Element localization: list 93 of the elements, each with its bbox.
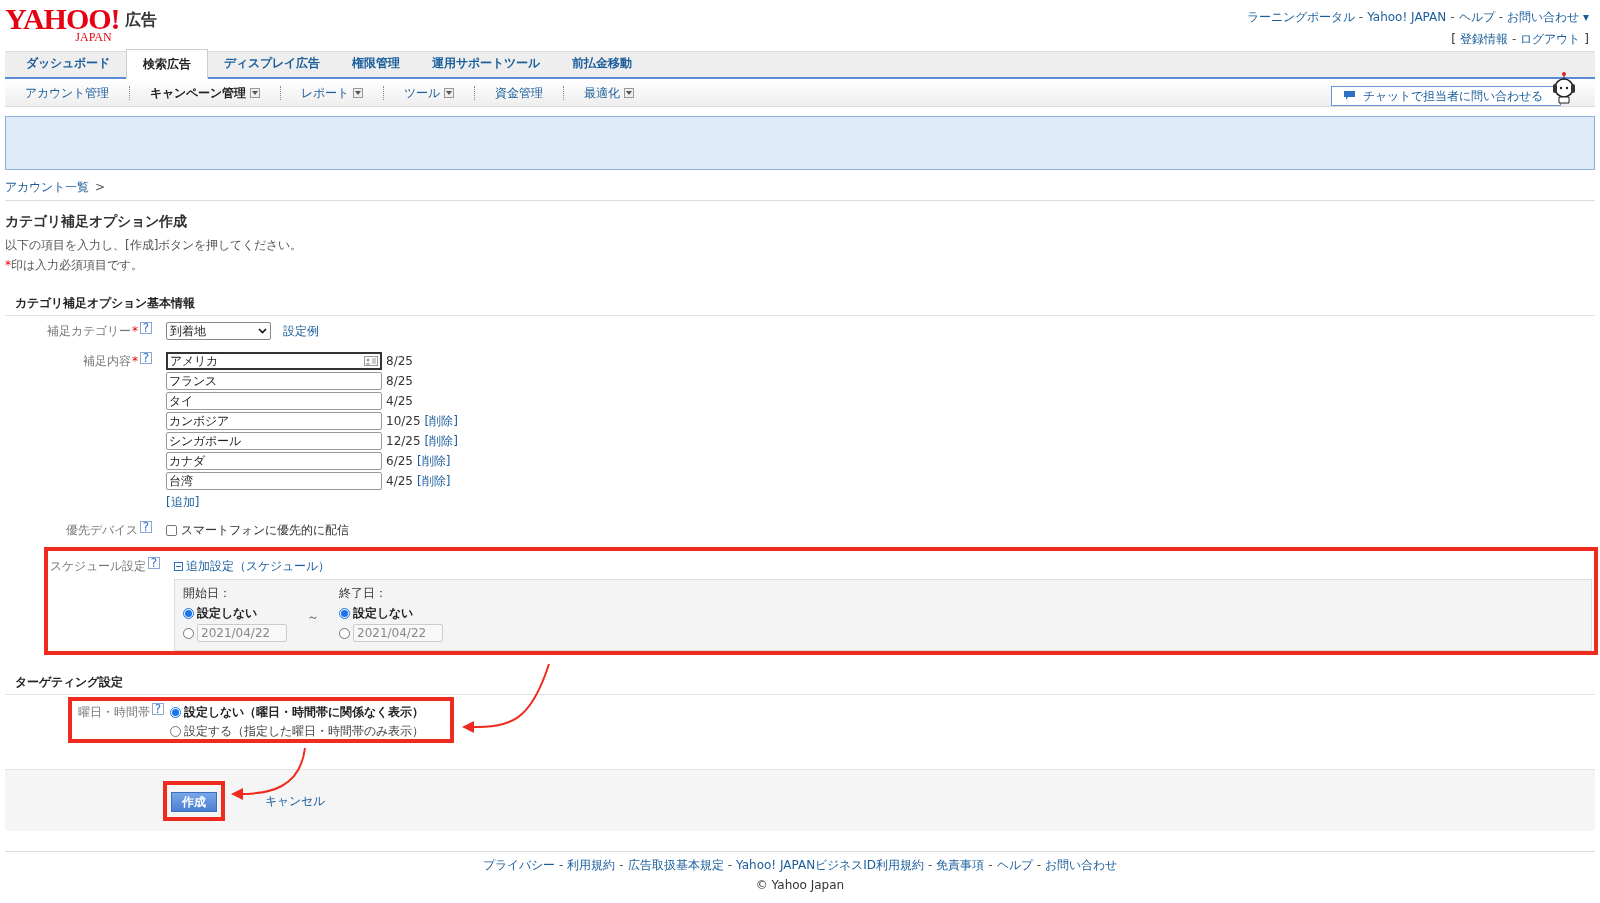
char-count: 10/25: [386, 413, 421, 430]
bracket: ]: [1584, 31, 1589, 48]
category-select[interactable]: 到着地: [166, 322, 271, 340]
header-link[interactable]: Yahoo! JAPAN: [1367, 8, 1447, 26]
help-icon[interactable]: ?: [140, 352, 152, 364]
char-count: 12/25: [386, 433, 421, 450]
radio-label: 設定しない: [353, 605, 413, 622]
section-title: ターゲティング設定: [5, 673, 1595, 695]
example-link[interactable]: 設定例: [283, 322, 319, 340]
service-name: 広告: [124, 9, 157, 31]
page-title: カテゴリ補足オプション作成: [5, 212, 188, 231]
field-label: 優先デバイス: [66, 522, 138, 539]
text-input[interactable]: シンガポール: [166, 432, 382, 450]
footer-link[interactable]: 免責事項: [936, 856, 985, 874]
link-separator: -: [1450, 9, 1455, 26]
radio-label: 設定する（指定した曜日・時間帯のみ表示）: [184, 723, 424, 740]
cancel-link[interactable]: キャンセル: [265, 791, 325, 810]
radio-label: 設定しない（曜日・時間帯に関係なく表示）: [184, 704, 424, 721]
char-count: 8/25: [386, 353, 413, 370]
footer-link[interactable]: ヘルプ: [996, 856, 1033, 874]
required-note: 印は入力必須項目です。: [11, 257, 143, 274]
char-count: 8/25: [386, 373, 413, 390]
footer-link[interactable]: 広告取扱基本規定: [627, 856, 724, 874]
date-label: 開始日：: [183, 585, 232, 602]
link-separator: -: [1036, 857, 1041, 874]
required-mark: *: [132, 323, 138, 340]
text-input[interactable]: アメリカ: [166, 352, 382, 370]
nav-tab[interactable]: 権限管理: [336, 49, 416, 77]
char-count: 4/25: [386, 393, 413, 410]
footer-link[interactable]: プライバシー: [483, 856, 555, 874]
nav-tab[interactable]: ダッシュボード: [10, 49, 126, 77]
subnav-item[interactable]: 最適化: [584, 83, 634, 102]
caret-icon[interactable]: ▾: [1582, 8, 1589, 26]
help-icon[interactable]: ?: [140, 322, 152, 334]
yahoo-logo: YAHOO! JAPAN: [5, 4, 120, 43]
delete-link[interactable]: [削除]: [416, 452, 451, 470]
link-separator: -: [559, 857, 564, 874]
header-link[interactable]: ラーニングポータル: [1246, 8, 1355, 26]
breadcrumb-separator: >: [95, 179, 106, 196]
range-tilde: ～: [307, 609, 319, 626]
bracket: [: [1451, 31, 1456, 48]
date-label: 終了日：: [339, 585, 388, 602]
subnav-item[interactable]: 資金管理: [495, 83, 543, 102]
subnav-item[interactable]: レポート: [301, 83, 363, 102]
account-link[interactable]: ログアウト: [1520, 30, 1581, 48]
chat-button[interactable]: チャットで担当者に問い合わせる: [1331, 85, 1561, 106]
nav-tab[interactable]: 検索広告: [126, 49, 208, 79]
section-title: カテゴリ補足オプション基本情報: [5, 294, 1595, 316]
link-separator: -: [927, 857, 933, 874]
header-link[interactable]: ヘルプ: [1458, 8, 1495, 26]
required-mark: *: [132, 353, 138, 370]
link-separator: -: [1511, 31, 1517, 48]
header-link[interactable]: お問い合わせ: [1506, 8, 1579, 26]
subnav-item[interactable]: キャンペーン管理: [150, 83, 260, 102]
subnav-item[interactable]: ツール: [404, 83, 454, 102]
text-input[interactable]: フランス: [166, 372, 382, 390]
help-icon[interactable]: ?: [148, 557, 160, 569]
checkbox-label: スマートフォンに優先的に配信: [181, 522, 349, 539]
nav-tab[interactable]: ディスプレイ広告: [208, 49, 336, 77]
radio-label: 設定しない: [197, 605, 257, 622]
link-separator: -: [619, 857, 624, 874]
link-separator: -: [988, 857, 993, 874]
text-input[interactable]: カナダ: [166, 452, 382, 470]
subnav-item[interactable]: アカウント管理: [25, 83, 109, 102]
delete-link[interactable]: [削除]: [424, 412, 458, 430]
text-input[interactable]: 台湾: [166, 472, 382, 490]
char-count: 6/25: [386, 453, 413, 470]
field-label: 補足カテゴリー: [47, 323, 131, 340]
char-count: 4/25: [386, 473, 413, 490]
delete-link[interactable]: [削除]: [416, 472, 451, 490]
footer-link[interactable]: Yahoo! JAPANビジネスID利用規約: [736, 856, 924, 874]
breadcrumb-link[interactable]: アカウント一覧: [5, 178, 89, 196]
instruction-text: 以下の項目を入力し、[作成]ボタンを押してください。: [5, 237, 304, 254]
add-link[interactable]: [追加]: [166, 493, 200, 511]
help-icon[interactable]: ?: [140, 521, 152, 533]
required-mark: *: [5, 257, 11, 274]
link-separator: -: [1358, 9, 1364, 26]
link-separator: -: [727, 857, 733, 874]
account-link[interactable]: 登録情報: [1459, 30, 1508, 48]
schedule-toggle[interactable]: 追加設定（スケジュール）: [174, 557, 1592, 575]
delete-link[interactable]: [削除]: [424, 432, 458, 450]
copyright: © Yahoo Japan: [755, 877, 845, 894]
field-label: 補足内容: [83, 353, 131, 370]
help-icon[interactable]: ?: [152, 703, 164, 715]
footer-link[interactable]: 利用規約: [567, 856, 616, 874]
field-label: スケジュール設定: [50, 558, 146, 575]
text-input[interactable]: タイ: [166, 392, 382, 410]
text-input[interactable]: カンボジア: [166, 412, 382, 430]
nav-tab[interactable]: 前払金移動: [556, 49, 648, 77]
nav-tab[interactable]: 運用サポートツール: [416, 49, 556, 77]
field-label: 曜日・時間帯: [78, 704, 150, 721]
footer-link[interactable]: お問い合わせ: [1045, 856, 1117, 874]
link-separator: -: [1498, 9, 1503, 26]
